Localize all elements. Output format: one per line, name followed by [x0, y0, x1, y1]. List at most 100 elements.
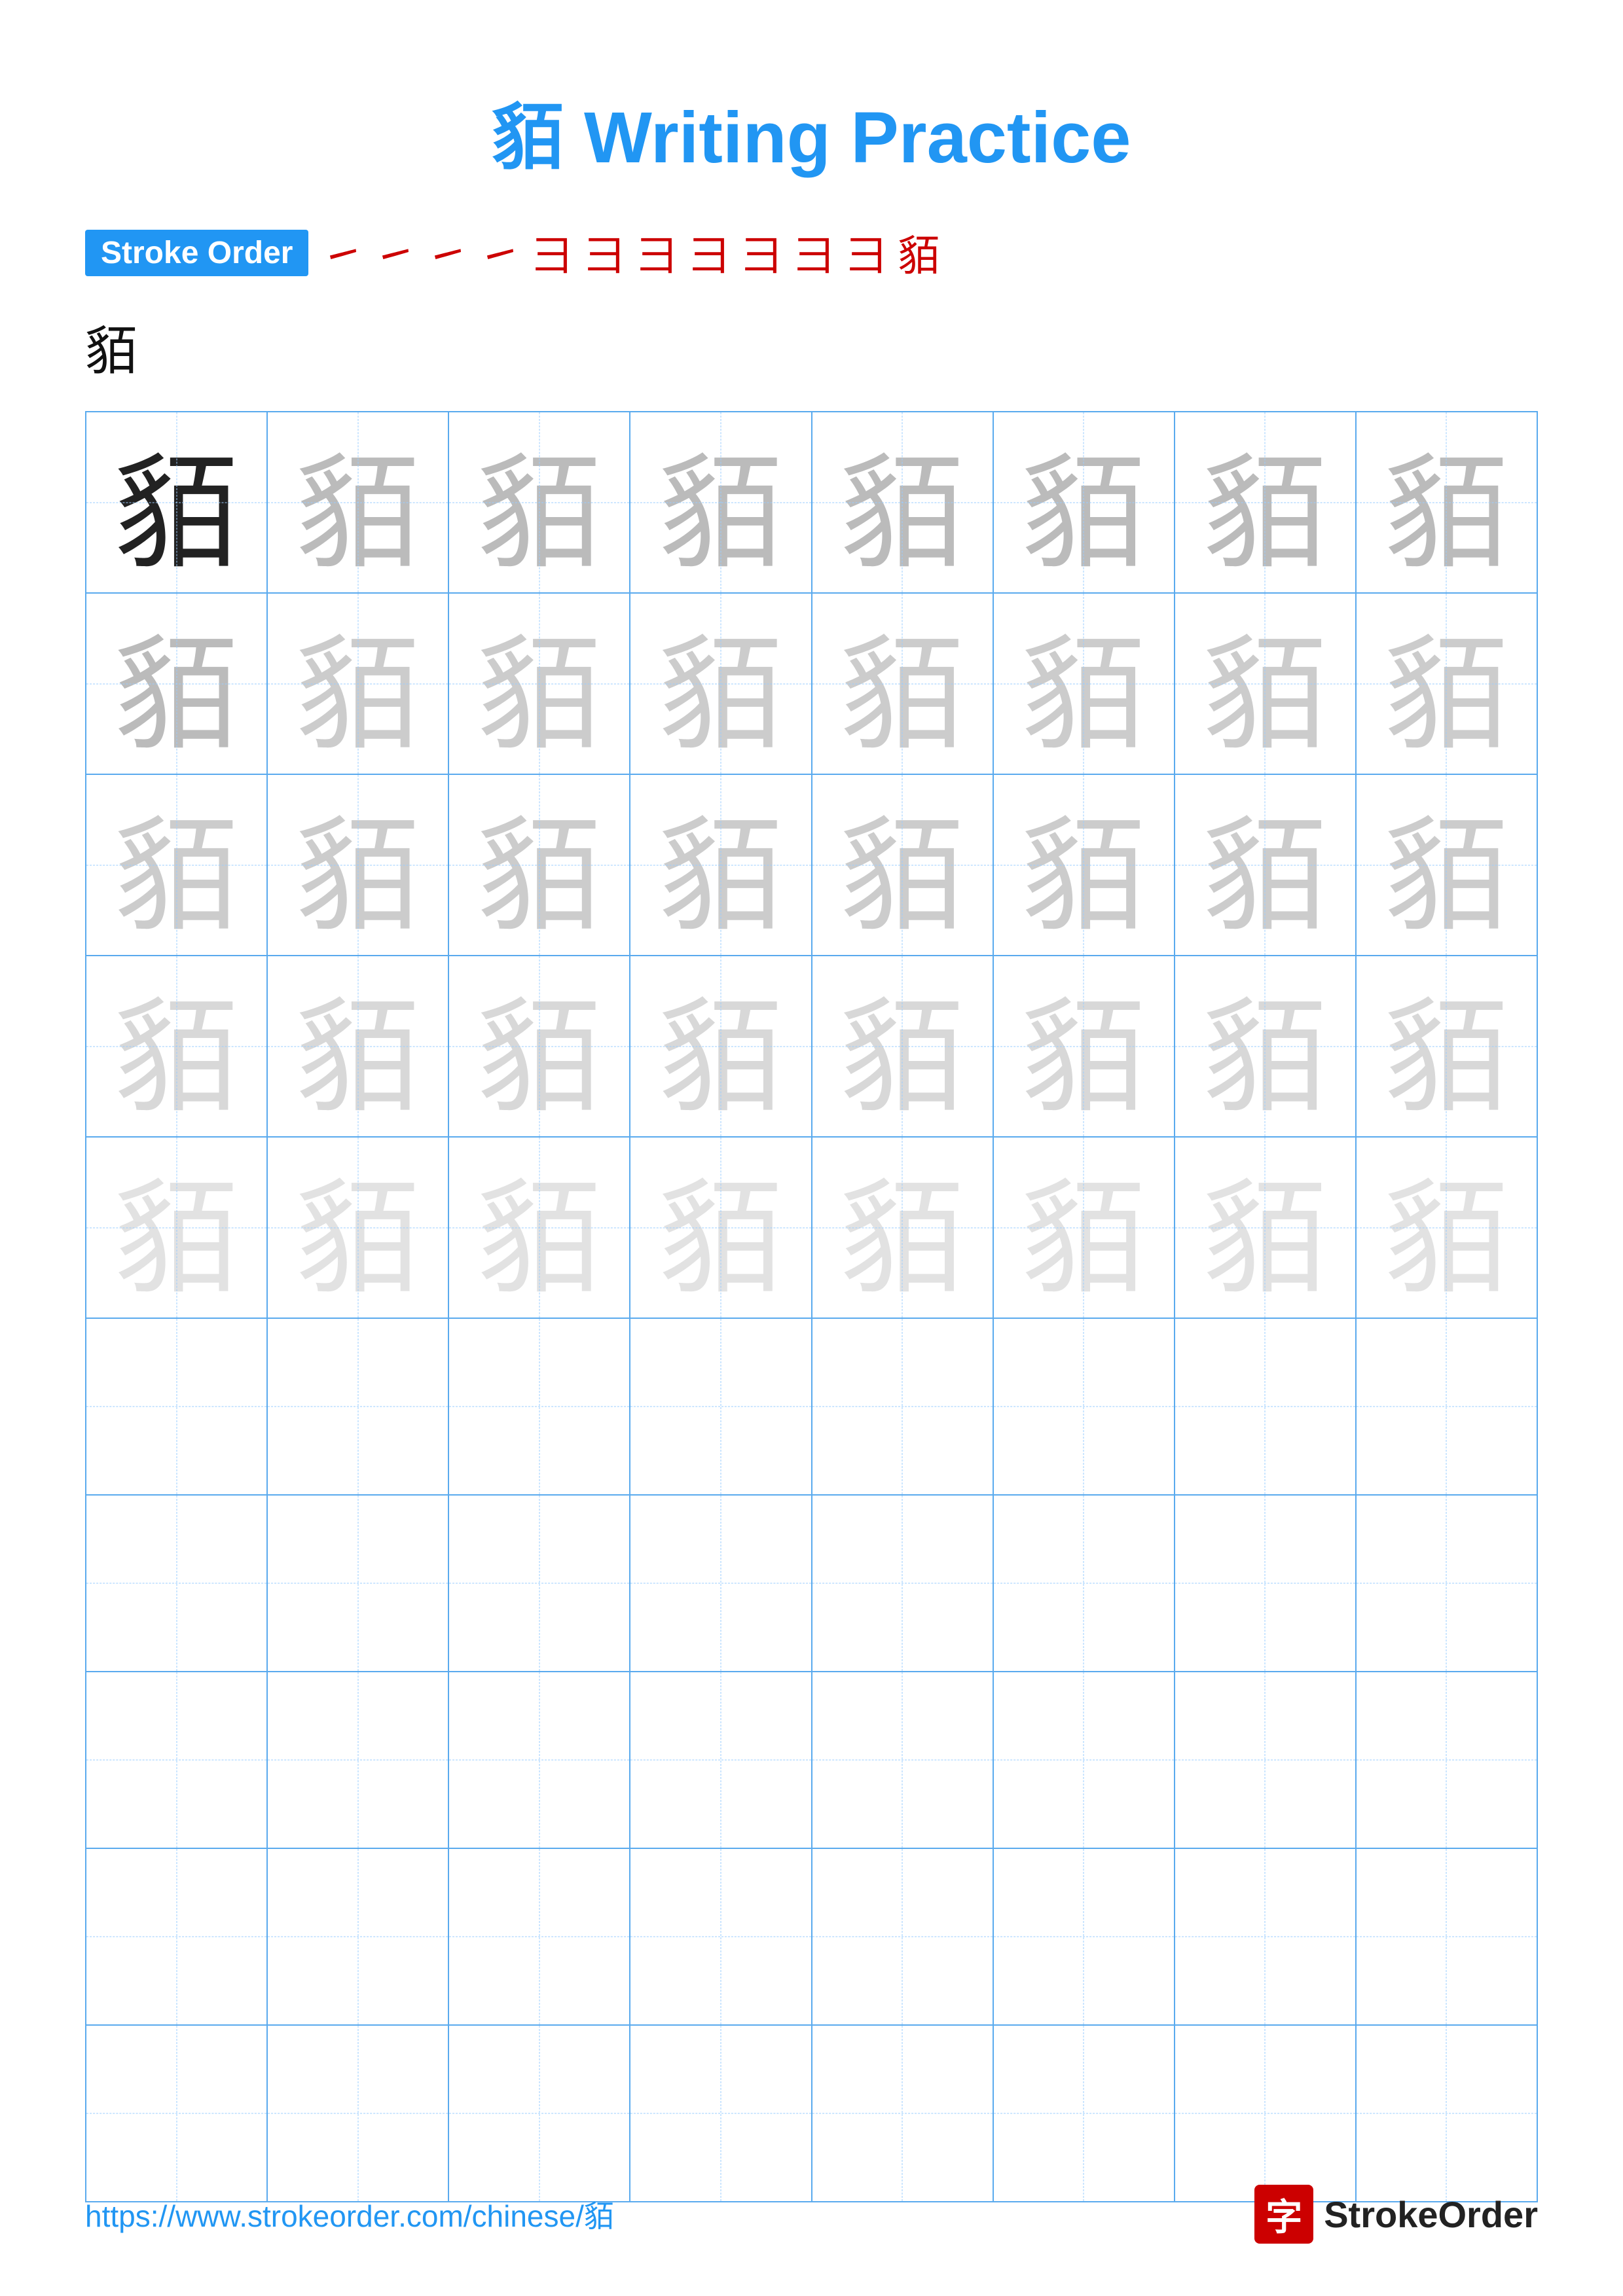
grid-cell[interactable]: [630, 1672, 811, 1848]
grid-cell[interactable]: [1356, 1848, 1537, 2025]
table-row: [86, 1495, 1537, 1672]
grid-cell[interactable]: 貊: [86, 593, 267, 774]
grid-cell[interactable]: 貊: [448, 1137, 630, 1318]
grid-cell[interactable]: [1356, 2025, 1537, 2202]
grid-cell[interactable]: 貊: [448, 593, 630, 774]
grid-cell[interactable]: 貊: [993, 1137, 1175, 1318]
grid-cell[interactable]: 貊: [1356, 774, 1537, 956]
grid-cell[interactable]: [993, 2025, 1175, 2202]
grid-cell[interactable]: [267, 1318, 448, 1495]
grid-cell[interactable]: 貊: [448, 412, 630, 593]
grid-cell[interactable]: 貊: [630, 593, 811, 774]
grid-cell[interactable]: [630, 1495, 811, 1672]
grid-cell[interactable]: [1356, 1318, 1537, 1495]
grid-cell[interactable]: 貊: [812, 412, 993, 593]
grid-cell[interactable]: [1175, 1495, 1356, 1672]
grid-cell[interactable]: 貊: [1175, 593, 1356, 774]
grid-container: 貊 貊 貊 貊 貊 貊 貊 貊 貊 貊 貊 貊 貊 貊 貊 貊 貊 貊 貊 貊 …: [0, 411, 1623, 2202]
grid-cell[interactable]: [630, 1318, 811, 1495]
grid-cell[interactable]: [1175, 2025, 1356, 2202]
grid-cell[interactable]: 貊: [86, 774, 267, 956]
grid-cell[interactable]: [448, 1848, 630, 2025]
grid-cell[interactable]: 貊: [86, 1137, 267, 1318]
grid-cell[interactable]: 貊: [86, 412, 267, 593]
stroke-9: ⺕: [740, 223, 782, 283]
grid-cell[interactable]: [812, 1848, 993, 2025]
table-row: 貊 貊 貊 貊 貊 貊 貊 貊: [86, 593, 1537, 774]
grid-cell[interactable]: [812, 1672, 993, 1848]
grid-cell[interactable]: [812, 1495, 993, 1672]
grid-cell[interactable]: 貊: [1356, 593, 1537, 774]
practice-grid: 貊 貊 貊 貊 貊 貊 貊 貊 貊 貊 貊 貊 貊 貊 貊 貊 貊 貊 貊 貊 …: [85, 411, 1538, 2202]
grid-cell[interactable]: 貊: [993, 956, 1175, 1137]
grid-cell[interactable]: 貊: [448, 956, 630, 1137]
grid-cell[interactable]: 貊: [812, 1137, 993, 1318]
grid-cell[interactable]: [1175, 1672, 1356, 1848]
logo-text: StrokeOrder: [1324, 2193, 1538, 2236]
grid-cell[interactable]: 貊: [812, 956, 993, 1137]
grid-cell[interactable]: 貊: [812, 774, 993, 956]
grid-cell[interactable]: 貊: [267, 593, 448, 774]
grid-cell[interactable]: [267, 2025, 448, 2202]
grid-cell[interactable]: 貊: [993, 774, 1175, 956]
grid-cell[interactable]: [812, 2025, 993, 2202]
grid-cell[interactable]: [86, 1318, 267, 1495]
logo-icon: 字: [1254, 2185, 1313, 2244]
stroke-order-section: Stroke Order ㇀ ㇀ ㇀ ㇀ ⺕ ⺕ ⺕ ⺕ ⺕ ⺕ ⺕ 貊: [0, 223, 1623, 283]
grid-cell[interactable]: [993, 1318, 1175, 1495]
grid-cell[interactable]: 貊: [1356, 956, 1537, 1137]
stroke-10: ⺕: [793, 223, 835, 283]
table-row: [86, 1848, 1537, 2025]
grid-cell[interactable]: 貊: [1356, 1137, 1537, 1318]
grid-cell[interactable]: 貊: [86, 956, 267, 1137]
grid-cell[interactable]: 貊: [448, 774, 630, 956]
grid-cell[interactable]: [267, 1848, 448, 2025]
grid-cell[interactable]: [630, 1848, 811, 2025]
grid-cell[interactable]: [1356, 1672, 1537, 1848]
grid-cell[interactable]: 貊: [630, 1137, 811, 1318]
grid-cell[interactable]: 貊: [630, 774, 811, 956]
grid-cell[interactable]: 貊: [812, 593, 993, 774]
grid-cell[interactable]: [993, 1848, 1175, 2025]
grid-cell[interactable]: [448, 1318, 630, 1495]
grid-cell[interactable]: 貊: [1175, 1137, 1356, 1318]
footer: https://www.strokeorder.com/chinese/貊 字 …: [0, 2185, 1623, 2244]
stroke-5: ⺕: [531, 223, 573, 283]
grid-cell[interactable]: [630, 2025, 811, 2202]
grid-cell[interactable]: [448, 1495, 630, 1672]
grid-cell[interactable]: 貊: [630, 412, 811, 593]
grid-cell[interactable]: 貊: [993, 412, 1175, 593]
grid-cell[interactable]: 貊: [267, 412, 448, 593]
grid-cell[interactable]: [448, 1672, 630, 1848]
grid-cell[interactable]: 貊: [267, 956, 448, 1137]
grid-cell[interactable]: [267, 1495, 448, 1672]
grid-cell[interactable]: [267, 1672, 448, 1848]
stroke-11: ⺕: [845, 223, 887, 283]
grid-cell[interactable]: [1175, 1318, 1356, 1495]
grid-cell[interactable]: 貊: [993, 593, 1175, 774]
stroke-order-label: Stroke Order: [85, 230, 308, 276]
grid-cell[interactable]: 貊: [1175, 412, 1356, 593]
grid-cell[interactable]: [448, 2025, 630, 2202]
stroke-4: ㇀: [479, 223, 520, 283]
grid-cell[interactable]: 貊: [1356, 412, 1537, 593]
grid-cell[interactable]: 貊: [1175, 956, 1356, 1137]
grid-cell[interactable]: 貊: [267, 774, 448, 956]
grid-cell[interactable]: [812, 1318, 993, 1495]
grid-cell[interactable]: [86, 1495, 267, 1672]
grid-cell[interactable]: [1356, 1495, 1537, 1672]
grid-cell[interactable]: [86, 2025, 267, 2202]
page-title: 貊 Writing Practice: [0, 0, 1623, 223]
table-row: 貊 貊 貊 貊 貊 貊 貊 貊: [86, 412, 1537, 593]
grid-cell[interactable]: [86, 1672, 267, 1848]
grid-cell[interactable]: [1175, 1848, 1356, 2025]
grid-cell[interactable]: 貊: [630, 956, 811, 1137]
grid-cell[interactable]: [993, 1495, 1175, 1672]
grid-cell[interactable]: 貊: [1175, 774, 1356, 956]
footer-logo: 字 StrokeOrder: [1254, 2185, 1538, 2244]
stroke-2: ㇀: [374, 223, 416, 283]
grid-cell[interactable]: [86, 1848, 267, 2025]
table-row: [86, 2025, 1537, 2202]
grid-cell[interactable]: [993, 1672, 1175, 1848]
grid-cell[interactable]: 貊: [267, 1137, 448, 1318]
